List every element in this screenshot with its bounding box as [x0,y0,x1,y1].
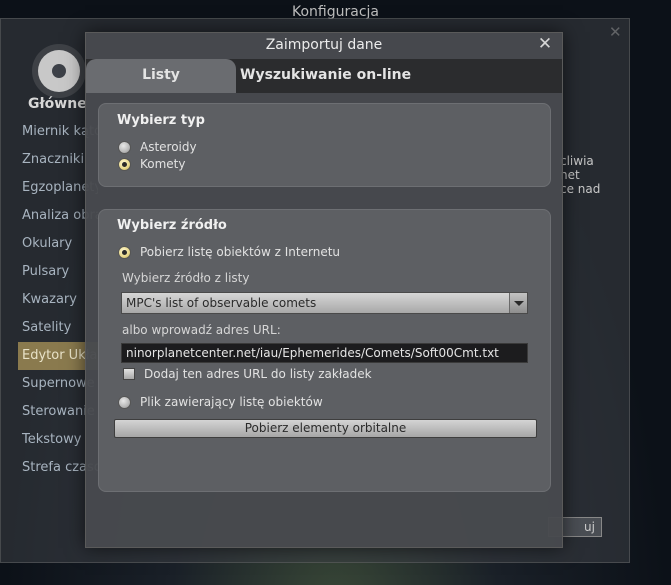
main-section-label: Główne [28,96,87,112]
source-select[interactable]: MPC's list of observable comets [121,292,528,314]
type-group: Wybierz typ Asteroidy Komety [98,103,551,187]
close-icon[interactable]: ✕ [535,34,555,54]
tab-bar: Listy Wyszukiwanie on-line [86,59,562,93]
radio-internet[interactable]: Pobierz listę obiektów z Internetu [118,243,340,261]
bookmark-checkbox-row[interactable]: Dodaj ten adres URL do listy zakładek [123,367,372,381]
fetch-orbital-elements-button[interactable]: Pobierz elementy orbitalne [114,419,537,438]
radio-asteroids[interactable]: Asteroidy [118,138,197,156]
url-label: albo wprowadź adres URL: [122,323,281,337]
dialog-title: Zaimportuj dane [265,37,383,53]
tab-lists[interactable]: Listy [86,59,236,93]
source-list-label: Wybierz źródło z listy [122,271,250,285]
bookmark-checkbox-label: Dodaj ten adres URL do listy zakładek [144,367,372,381]
radio-button[interactable] [118,395,131,409]
background-side-text: cliwia net ce nad [560,154,601,196]
tab-online-search[interactable]: Wyszukiwanie on-line [240,59,480,93]
radio-label: Plik zawierający listę obiektów [140,395,323,409]
radio-label: Asteroidy [140,140,197,154]
gear-icon [38,50,80,92]
source-group: Wybierz źródło Pobierz listę obiektów z … [98,209,551,492]
radio-file[interactable]: Plik zawierający listę obiektów [118,393,323,411]
source-group-title: Wybierz źródło [117,218,227,233]
radio-label: Pobierz listę obiektów z Internetu [140,245,341,259]
bookmark-checkbox[interactable] [123,368,135,380]
type-group-title: Wybierz typ [117,113,205,128]
radio-comets[interactable]: Komety [118,155,186,173]
chevron-down-icon[interactable] [509,293,527,313]
radio-label: Komety [140,157,186,171]
radio-button-checked[interactable] [118,157,131,171]
source-select-value: MPC's list of observable comets [126,296,317,310]
radio-button-checked[interactable] [118,245,131,259]
radio-button[interactable] [118,140,131,154]
import-dialog: Zaimportuj dane ✕ Listy Wyszukiwanie on-… [85,32,563,548]
url-input[interactable]: ninorplanetcenter.net/iau/Ephemerides/Co… [121,343,528,363]
